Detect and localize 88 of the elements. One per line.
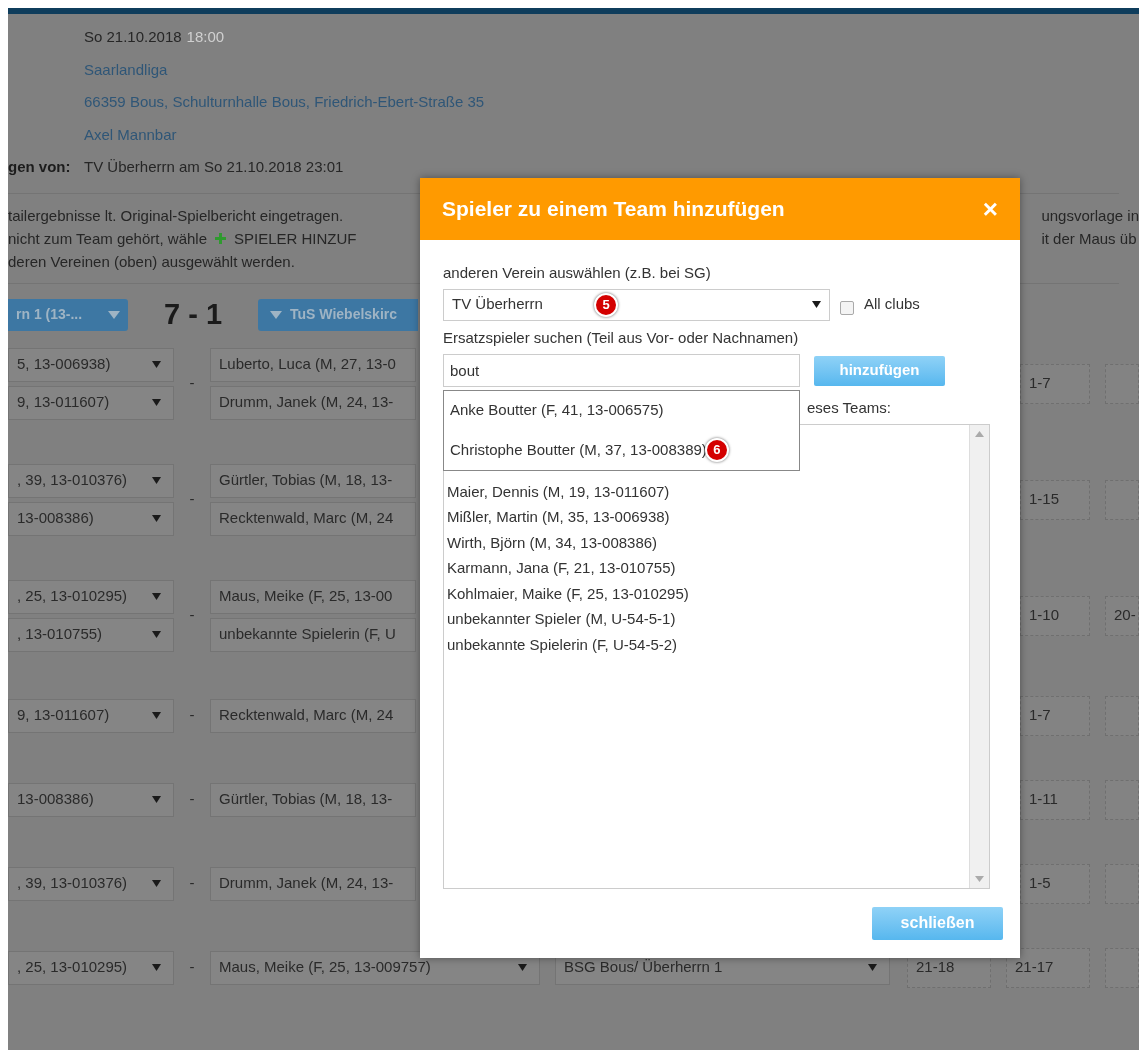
dash: -	[189, 873, 195, 894]
caret-icon	[270, 310, 283, 319]
caret-icon	[518, 964, 527, 971]
caret-icon	[108, 310, 120, 319]
step-badge: 5	[594, 292, 618, 317]
dash: -	[189, 789, 195, 810]
caret-icon	[152, 361, 161, 368]
away-team-button[interactable]: TuS Wiebelskirc	[258, 298, 419, 331]
match-score: 7 - 1	[164, 296, 223, 332]
dialog-title: Spieler zu einem Team hinzufügen	[442, 196, 785, 223]
caret-icon	[152, 964, 161, 971]
scroll-up-icon[interactable]	[975, 430, 984, 437]
player-select[interactable]: 13-008386)	[8, 501, 174, 536]
player-select[interactable]: , 39, 13-010376)	[8, 463, 174, 498]
suggestion-item[interactable]: Anke Boutter (F, 41, 13-006575)	[450, 399, 664, 422]
player-select[interactable]: Maus, Meike (F, 25, 13-00	[210, 579, 416, 614]
team-players-list[interactable]	[443, 423, 990, 889]
suggestion-item[interactable]: Christophe Boutter (M, 37, 13-008389)	[450, 438, 707, 462]
player-select[interactable]: , 25, 13-010295)	[8, 950, 174, 985]
dash: -	[189, 489, 195, 510]
player-select[interactable]: Recktenwald, Marc (M, 24	[210, 698, 416, 733]
scroll-down-icon[interactable]	[975, 875, 984, 882]
match-time: 18:00	[186, 27, 225, 47]
player-select[interactable]: , 39, 13-010376)	[8, 866, 174, 901]
home-team-button[interactable]: rn 1 (13-...	[8, 298, 128, 331]
club-label: anderen Verein auswählen (z.B. bei SG)	[443, 263, 712, 283]
all-clubs-checkbox[interactable]	[840, 300, 854, 315]
player-select[interactable]: Drumm, Janek (M, 24, 13-	[210, 866, 416, 901]
notice-text: deren Vereinen (oben) ausgewählt werden.	[8, 251, 295, 272]
dash: -	[189, 373, 195, 394]
score-field[interactable]: 1-11	[1020, 779, 1090, 820]
notice-text: ungsvorlage in	[1041, 205, 1139, 226]
score-field[interactable]: 1-10	[1020, 595, 1090, 636]
dash: -	[189, 957, 195, 978]
player-select[interactable]: Drumm, Janek (M, 24, 13-	[210, 385, 416, 420]
caret-icon	[812, 301, 821, 308]
caret-icon	[152, 515, 161, 522]
caret-icon	[152, 399, 161, 406]
caret-icon	[152, 880, 161, 887]
caret-icon	[152, 477, 161, 484]
match-date: So 21.10.2018	[84, 27, 182, 47]
search-label: Ersatzspieler suchen (Teil aus Vor- oder Nachnamen)	[443, 327, 800, 348]
score-field[interactable]: 1-5	[1020, 863, 1090, 904]
score-field[interactable]: 1-15	[1020, 479, 1090, 520]
team-players-label: eses Teams:	[807, 398, 891, 418]
team-player-item[interactable]: Mißler, Martin (M, 35, 13-006938)	[447, 504, 670, 530]
step-badge: 6	[704, 437, 729, 462]
player-select[interactable]: , 25, 13-010295)	[8, 579, 174, 614]
notice-text: nicht zum Team gehört, wähle	[8, 228, 207, 249]
player-select[interactable]: Gürtler, Tobias (M, 18, 13-	[210, 463, 416, 498]
player-select[interactable]: 9, 13-011607)	[8, 385, 174, 420]
caret-icon	[152, 796, 161, 803]
notice-text: it der Maus üb	[1041, 228, 1138, 249]
entered-by-label: gen von:	[8, 157, 72, 177]
team-player-item[interactable]: unbekannte Spielerin (F, U-54-5-2)	[447, 631, 678, 657]
team-player-item[interactable]: Karmann, Jana (F, 21, 13-010755)	[447, 555, 676, 581]
team-player-item[interactable]: Wirth, Björn (M, 34, 13-008386)	[447, 529, 658, 555]
score-field[interactable]: 20-	[1105, 595, 1139, 636]
dash: -	[189, 705, 195, 726]
player-select[interactable]: 5, 13-006938)	[8, 347, 174, 382]
club-select[interactable]: TV Überherrn 5	[443, 288, 830, 321]
player-select[interactable]: Luberto, Luca (M, 27, 13-0	[210, 347, 416, 382]
plus-icon	[215, 232, 226, 244]
entered-by-value: TV Überherrn am So 21.10.2018 23:01	[84, 157, 344, 177]
close-button[interactable]: ×	[982, 196, 998, 222]
player-select[interactable]: Maus, Meike (F, 25, 13-009757)	[210, 950, 540, 985]
caret-icon	[152, 593, 161, 600]
caret-icon	[152, 712, 161, 719]
team-player-item[interactable]: Kohlmaier, Maike (F, 25, 13-010295)	[447, 580, 689, 606]
all-clubs-label: All clubs	[864, 294, 920, 315]
score-field[interactable]: 1-7	[1020, 363, 1090, 404]
player-select[interactable]: Gürtler, Tobias (M, 18, 13-	[210, 782, 416, 817]
player-select[interactable]: 13-008386)	[8, 782, 174, 817]
caret-icon	[152, 631, 161, 638]
team-player-item[interactable]: unbekannter Spieler (M, U-54-5-1)	[447, 606, 676, 632]
dash: -	[189, 605, 195, 626]
referee-link[interactable]: Axel Mannbar	[84, 123, 177, 146]
player-select[interactable]: unbekannte Spielerin (F, U	[210, 617, 416, 652]
search-field[interactable]: bout	[443, 354, 800, 387]
score-field[interactable]: 1-7	[1020, 695, 1090, 736]
score-field[interactable]: 21-17	[1006, 947, 1090, 988]
player-select[interactable]: Recktenwald, Marc (M, 24	[210, 501, 416, 536]
player-select[interactable]: , 13-010755)	[8, 617, 174, 652]
caret-icon	[868, 964, 877, 971]
notice-link[interactable]: SPIELER HINZUF	[234, 226, 357, 250]
notice-text: tailergebnisse lt. Original-Spielbericht eingetragen.	[8, 205, 344, 226]
player-select[interactable]: 9, 13-011607)	[8, 698, 174, 733]
team-player-item[interactable]: Maier, Dennis (M, 19, 13-011607)	[447, 478, 670, 504]
